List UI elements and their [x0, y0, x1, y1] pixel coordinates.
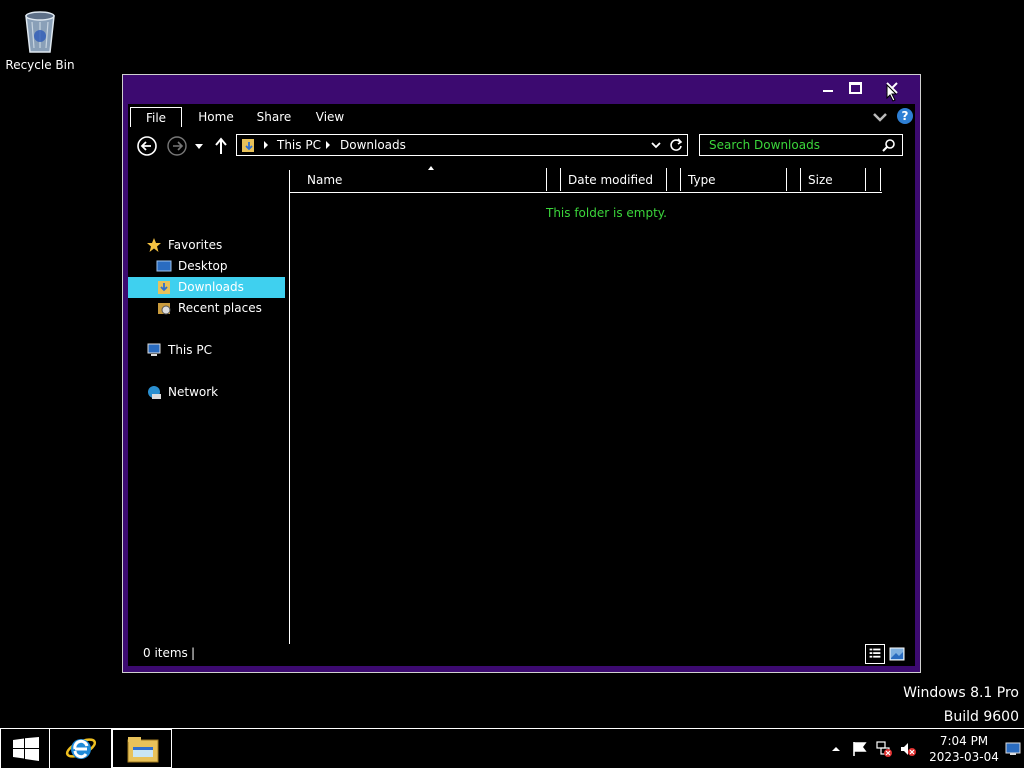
mouse-cursor-icon [886, 84, 898, 102]
navigation-pane: Favorites Desktop Downloads Recent place… [128, 164, 288, 644]
file-explorer-taskbar-button[interactable] [112, 729, 172, 768]
maximize-button[interactable] [842, 78, 869, 98]
search-placeholder: Search Downloads [709, 138, 820, 152]
forward-button[interactable] [166, 135, 188, 157]
recycle-bin-shortcut[interactable]: Recycle Bin [4, 6, 76, 72]
column-divider[interactable] [800, 168, 801, 191]
status-separator: | [191, 646, 196, 660]
expand-ribbon-icon[interactable] [873, 111, 887, 123]
breadcrumb-downloads[interactable]: Downloads [340, 138, 406, 152]
nav-label-desktop: Desktop [178, 259, 228, 273]
column-divider[interactable] [666, 168, 667, 191]
minimize-button[interactable] [814, 78, 841, 98]
maximize-icon [849, 82, 862, 94]
column-divider[interactable] [680, 168, 681, 191]
recent-places-icon [158, 303, 171, 315]
large-icons-view-icon[interactable] [887, 644, 907, 664]
recycle-bin-icon [25, 11, 55, 53]
chevron-down-icon[interactable] [651, 141, 661, 149]
show-desktop-icon[interactable] [1005, 742, 1021, 756]
details-view-icon[interactable] [865, 644, 885, 664]
nav-label-favorites: Favorites [168, 238, 223, 252]
status-bar: 0 items | [128, 640, 915, 666]
column-divider[interactable] [786, 168, 787, 191]
tab-file[interactable]: File [130, 107, 182, 127]
back-button[interactable] [136, 135, 158, 157]
empty-folder-message: This folder is empty. [546, 206, 667, 220]
network-icon [148, 386, 161, 399]
window-body: File Home Share View ? This PC Downloads… [128, 104, 915, 666]
pane-splitter[interactable] [289, 170, 290, 644]
nav-label-downloads: Downloads [178, 280, 244, 294]
column-divider[interactable] [880, 168, 881, 191]
clock-time: 7:04 PM [939, 734, 989, 748]
computer-icon [147, 343, 161, 356]
column-divider[interactable] [560, 168, 561, 191]
column-divider[interactable] [865, 168, 866, 191]
os-build-watermark: Build 9600 [943, 709, 1019, 725]
desktop-icon [156, 260, 172, 272]
help-icon[interactable]: ? [897, 108, 913, 124]
nav-label-this-pc: This PC [168, 343, 212, 357]
taskbar: 7:04 PM 2023-03-04 [0, 728, 1024, 768]
search-input[interactable]: Search Downloads [699, 134, 903, 156]
tab-view[interactable]: View [310, 107, 350, 127]
tab-share[interactable]: Share [254, 107, 294, 127]
nav-label-network: Network [168, 385, 219, 399]
ribbon: File Home Share View ? [128, 104, 915, 128]
star-icon [147, 238, 161, 252]
breadcrumb-separator-icon [326, 141, 330, 149]
column-header-name[interactable]: Name [307, 168, 547, 192]
internet-explorer-icon [65, 738, 97, 759]
minimize-icon [822, 90, 833, 92]
action-center-flag-icon[interactable] [852, 741, 868, 757]
breadcrumb-separator-icon [264, 141, 268, 149]
downloads-folder-icon [242, 139, 254, 152]
show-hidden-icons-icon[interactable] [830, 743, 842, 755]
column-header-size[interactable]: Size [808, 168, 868, 192]
network-disconnected-icon[interactable] [876, 741, 892, 757]
item-count: 0 items [143, 646, 188, 660]
downloads-icon [158, 281, 170, 294]
column-headers: Name Date modified Type Size [289, 166, 882, 193]
windows-logo-icon [13, 737, 39, 761]
recycle-bin-label: Recycle Bin [5, 58, 75, 72]
os-edition-watermark: Windows 8.1 Pro [903, 685, 1019, 701]
file-explorer-icon [127, 737, 159, 763]
search-icon [882, 139, 895, 152]
clock-date: 2023-03-04 [929, 750, 999, 764]
tab-home[interactable]: Home [196, 107, 236, 127]
nav-label-recent-places: Recent places [178, 301, 262, 315]
start-button[interactable] [0, 729, 50, 768]
column-header-type[interactable]: Type [688, 168, 788, 192]
refresh-icon[interactable] [669, 138, 683, 152]
internet-explorer-taskbar-button[interactable] [50, 729, 112, 768]
recent-locations-dropdown[interactable] [194, 142, 204, 150]
column-divider[interactable] [546, 168, 547, 191]
address-bar[interactable]: This PC Downloads [236, 134, 688, 156]
breadcrumb-this-pc[interactable]: This PC [277, 138, 321, 152]
system-clock[interactable]: 7:04 PM 2023-03-04 [928, 733, 1000, 765]
column-header-date-modified[interactable]: Date modified [568, 168, 668, 192]
explorer-window: File Home Share View ? This PC Downloads… [122, 74, 921, 673]
up-arrow-icon[interactable] [214, 137, 228, 155]
volume-muted-icon[interactable] [900, 741, 916, 757]
